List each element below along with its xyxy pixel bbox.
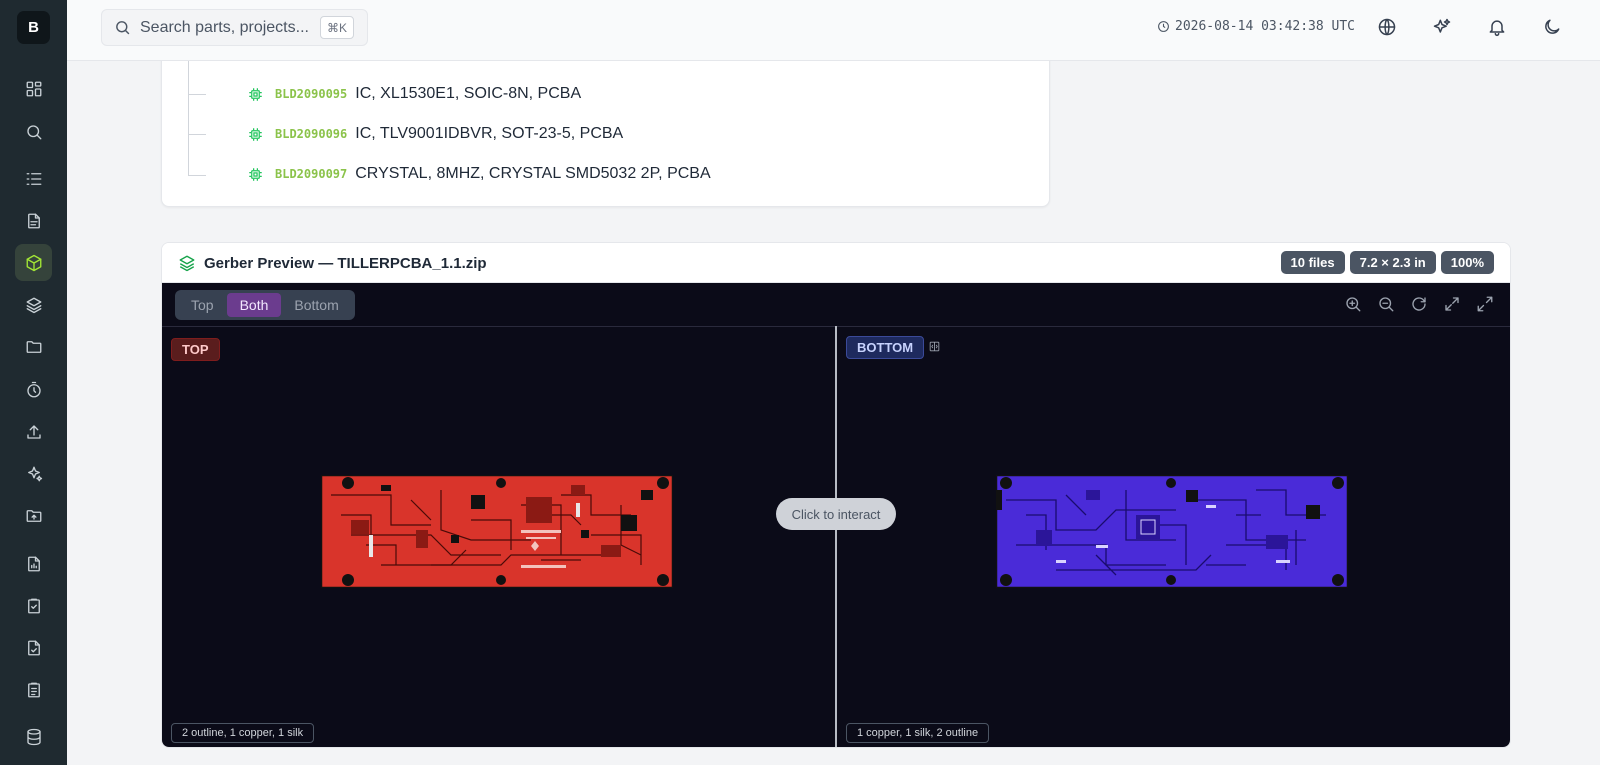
theme-toggle[interactable] [1542,17,1562,37]
sidebar: B [0,0,67,765]
sidebar-item-search[interactable] [15,113,52,150]
view-mode-toggle: Top Both Bottom [175,290,355,320]
notifications-button[interactable] [1487,17,1507,37]
top-side-label: TOP [171,338,220,361]
sidebar-item-tasks[interactable] [15,671,52,708]
bom-row[interactable]: BLD2090096 IC, TLV9001IDBVR, SOT-23-5, P… [246,122,623,146]
search-input[interactable]: Search parts, projects... ⌘K [101,9,368,46]
tree-branch [188,175,206,176]
clipboard-list-icon [27,682,40,697]
fit-view-icon[interactable] [1443,295,1461,313]
bom-row[interactable]: BLD2090097 CRYSTAL, 8MHZ, CRYSTAL SMD503… [246,162,711,186]
ai-assistant-button[interactable] [1432,17,1452,37]
zoom-in-icon[interactable] [1344,295,1362,313]
tree-line [188,60,189,176]
view-mode-top[interactable]: Top [178,293,227,317]
app-logo[interactable]: B [17,11,50,44]
gerber-preview-card: Gerber Preview — TILLERPCBA_1.1.zip 10 f… [161,242,1511,748]
language-button[interactable] [1377,17,1397,37]
part-number[interactable]: BLD2090096 [275,127,347,141]
timer-icon [26,381,41,397]
part-number[interactable]: BLD2090097 [275,167,347,181]
sidebar-item-database[interactable] [15,718,52,755]
timestamp: 2026-08-14 03:42:38 UTC [1175,19,1356,34]
sidebar-item-folder-upload[interactable] [15,497,52,534]
gerber-viewer[interactable]: Top Both Bottom TOP BOTTOM Click to inte… [162,283,1510,747]
part-description: CRYSTAL, 8MHZ, CRYSTAL SMD5032 2P, PCBA [355,165,711,182]
sparkles-icon [1433,18,1451,33]
view-mode-both[interactable]: Both [226,293,282,317]
database-icon [26,728,41,745]
zoom-out-icon[interactable] [1377,295,1395,313]
shortcut-hint: ⌘K [319,16,354,39]
chip-icon [246,85,264,103]
chip-icon [246,125,264,143]
part-number[interactable]: BLD2090095 [275,87,347,101]
sidebar-item-layers[interactable] [15,286,52,323]
bottom-side-label: BOTTOM [846,336,925,359]
gerber-header: Gerber Preview — TILLERPCBA_1.1.zip 10 f… [162,243,1510,283]
sidebar-item-parts[interactable] [15,244,52,281]
globe-icon [1378,18,1396,36]
bell-icon [1489,20,1505,37]
sidebar-item-ai[interactable] [15,455,52,492]
pcb-top-traces [320,474,674,589]
package-icon [26,254,41,271]
clock-icon [1158,21,1169,32]
file-chart-icon [27,556,40,571]
view-mode-bottom[interactable]: Bottom [281,293,351,317]
layers-icon [179,255,195,272]
flip-icon[interactable] [928,340,941,353]
moon-icon [1545,19,1560,34]
sidebar-item-timer[interactable] [15,371,52,408]
sidebar-item-dashboard[interactable] [15,70,52,107]
tree-branch [188,134,206,135]
folder-icon [26,340,41,353]
sidebar-item-upload[interactable] [15,413,52,450]
tree-branch [188,94,206,95]
search-placeholder: Search parts, projects... [140,18,309,36]
search-icon [26,124,41,139]
search-icon [116,21,130,35]
clock: 2026-08-14 03:42:38 UTC [1157,19,1355,34]
sidebar-item-reports[interactable] [15,545,52,582]
board-size-badge: 7.2 × 2.3 in [1349,251,1436,274]
click-to-interact-overlay[interactable]: Click to interact [776,498,896,530]
top-layers-summary: 2 outline, 1 copper, 1 silk [171,723,315,743]
dashboard-icon [26,81,41,96]
pcb-top-render[interactable] [320,474,674,589]
pcb-bottom-render[interactable] [995,474,1349,589]
clipboard-check-icon [27,598,40,613]
file-count-badge: 10 files [1280,251,1345,274]
sidebar-item-approvals[interactable] [15,587,52,624]
document-icon [27,213,40,228]
sidebar-item-file-check[interactable] [15,629,52,666]
zoom-badge: 100% [1440,251,1494,274]
sparkles-icon [27,466,42,481]
list-icon [26,172,41,185]
sidebar-item-list[interactable] [15,160,52,197]
part-description: IC, XL1530E1, SOIC-8N, PCBA [355,85,582,102]
file-check-icon [27,640,40,655]
reset-view-icon[interactable] [1410,295,1428,313]
upload-icon [26,424,41,439]
sidebar-item-projects[interactable] [15,328,52,365]
bottom-layers-summary: 1 copper, 1 silk, 2 outline [846,723,990,743]
sidebar-item-documents[interactable] [15,202,52,239]
split-divider[interactable] [835,326,837,747]
part-description: IC, TLV9001IDBVR, SOT-23-5, PCBA [355,125,624,142]
viewer-toolbar [1344,295,1494,313]
folder-upload-icon [26,509,41,522]
fullscreen-icon[interactable] [1476,295,1494,313]
chip-icon [246,165,264,183]
topbar: Search parts, projects... ⌘K 2026-08-14 … [67,0,1600,61]
bom-row[interactable]: BLD2090095 IC, XL1530E1, SOIC-8N, PCBA [246,82,581,106]
gerber-title: Gerber Preview — TILLERPCBA_1.1.zip [204,255,487,272]
layers-icon [26,297,41,313]
pcb-bottom-traces [995,474,1349,589]
